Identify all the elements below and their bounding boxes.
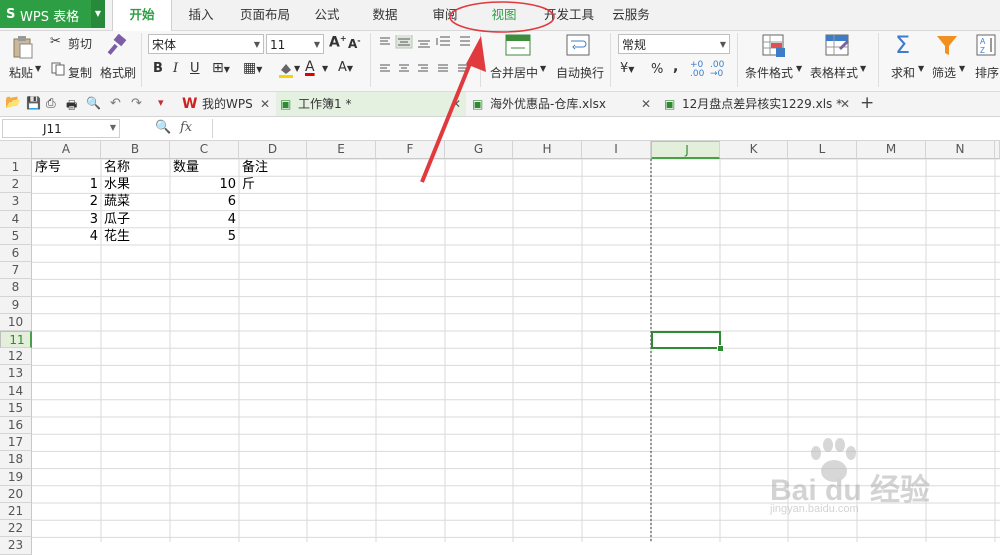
arrow-shaft [420, 55, 475, 183]
annotation-overlay [420, 1, 555, 183]
highlight-circle [449, 1, 555, 33]
